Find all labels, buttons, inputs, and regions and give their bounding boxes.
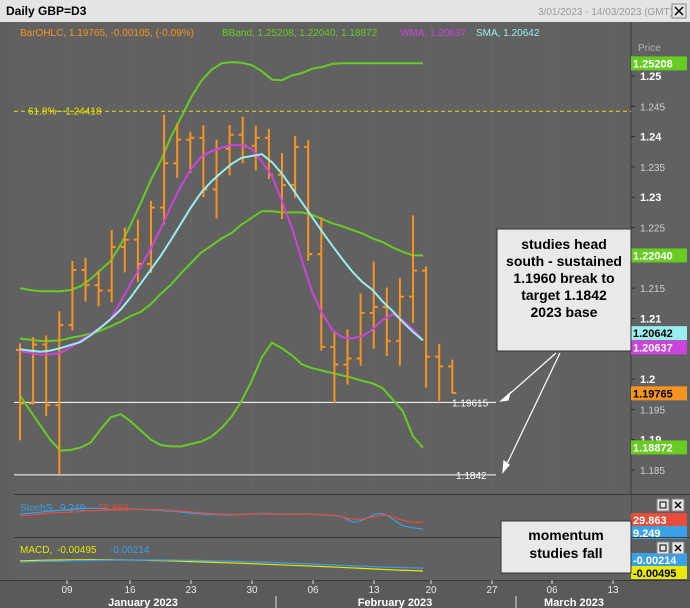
price-tick-label: 1.2 xyxy=(640,374,655,386)
annotation-box-momentum: momentum studies fall xyxy=(500,520,632,574)
stoch-tags: 29.8639.249 xyxy=(631,513,687,540)
price-tick-label: 1.225 xyxy=(640,224,665,235)
fib-618-label: 61.8% - 1.24418 xyxy=(28,106,102,117)
price-tag: 1.22040 xyxy=(631,248,687,263)
price-tag-label: 1.25208 xyxy=(633,58,673,70)
day-tick-label: 13 xyxy=(368,585,380,596)
close-icon[interactable] xyxy=(671,541,685,555)
macd-panel-controls xyxy=(656,541,685,555)
stoch-legend-name: StochS, xyxy=(20,503,55,514)
price-tag-label: 1.20637 xyxy=(633,342,673,354)
stoch-tag: 29.863 xyxy=(631,513,687,527)
stoch-tag-label: 9.249 xyxy=(633,528,661,540)
close-icon[interactable] xyxy=(671,498,685,512)
price-tag: 1.20637 xyxy=(631,340,687,355)
stoch-panel-controls xyxy=(656,498,685,512)
price-tag-label: 1.18872 xyxy=(633,442,673,454)
price-tick-label: 1.215 xyxy=(640,284,665,295)
date-range: 3/01/2023 - 14/03/2023 (GMT) xyxy=(538,7,673,18)
macd-tag: -0.00214 xyxy=(631,553,687,567)
price-tag: 1.18872 xyxy=(631,440,687,455)
price-tag-label: 1.22040 xyxy=(633,250,673,262)
price-tag: 1.19765 xyxy=(631,386,687,401)
day-tick-label: 16 xyxy=(124,585,136,596)
macd-tag-label: -0.00214 xyxy=(633,555,677,567)
macd-tag-label: -0.00495 xyxy=(633,568,676,580)
svg-text:BarOHLC, 1.19765, -0.00105, (-: BarOHLC, 1.19765, -0.00105, (-0.09%) BBa… xyxy=(20,28,540,39)
price-tick-label: 1.25 xyxy=(640,71,661,83)
macd-legend-name: MACD, xyxy=(20,545,52,556)
price-tag-label: 1.19765 xyxy=(633,388,673,400)
price-tick-label: 1.21 xyxy=(640,313,661,325)
window-title: Daily GBP=D3 xyxy=(6,4,87,18)
price-tick-label: 1.23 xyxy=(640,192,661,204)
month-label: January 2023 xyxy=(108,597,178,608)
price-tick-label: 1.195 xyxy=(640,405,665,416)
target-label-2: 1.1842 xyxy=(456,471,487,482)
stoch-d-value: 29.863 xyxy=(98,503,129,514)
price-tick-label: 1.185 xyxy=(640,466,665,477)
day-tick-label: 09 xyxy=(61,585,73,596)
macd-legend: MACD, -0.00495 -0.00214 xyxy=(20,545,150,556)
price-tick-label: 1.24 xyxy=(640,132,662,144)
close-icon[interactable] xyxy=(671,3,687,19)
legend-bar: BarOHLC, 1.19765, -0.00105, (-0.09%) xyxy=(20,28,194,39)
day-tick-label: 23 xyxy=(185,585,197,596)
legend-bband: BBand, 1.25208, 1.22040, 1.18872 xyxy=(222,28,378,39)
stoch-legend: StochS, 9.249 29.863 xyxy=(20,503,129,514)
macd-tag: -0.00495 xyxy=(631,566,687,580)
stoch-k-value: 9.249 xyxy=(60,503,85,514)
macd-signal-value: -0.00214 xyxy=(110,545,150,556)
support-label-1: 1.19615 xyxy=(452,398,489,409)
day-tick-label: 06 xyxy=(546,585,558,596)
day-tick-label: 20 xyxy=(425,585,437,596)
day-tick-label: 06 xyxy=(307,585,319,596)
maximize-icon[interactable] xyxy=(656,541,670,555)
month-label: March 2023 xyxy=(544,597,604,608)
macd-value: -0.00495 xyxy=(57,545,97,556)
legend-sma: SMA, 1.20642 xyxy=(476,28,540,39)
day-tick-label: 13 xyxy=(607,585,619,596)
macd-tags: -0.00214-0.00495 xyxy=(631,553,687,580)
legend-wma: WMA, 1.20637 xyxy=(400,28,467,39)
day-tick-label: 30 xyxy=(246,585,258,596)
month-label: February 2023 xyxy=(358,597,433,608)
stoch-tag-label: 29.863 xyxy=(633,515,667,527)
price-tick-label: 1.245 xyxy=(640,102,665,113)
price-tag: 1.20642 xyxy=(631,326,687,341)
price-axis-title: Price xyxy=(638,43,661,54)
price-tag: 1.25208 xyxy=(631,56,687,71)
price-tick-label: 1.235 xyxy=(640,163,665,174)
maximize-icon[interactable] xyxy=(656,498,670,512)
main-legend: BarOHLC, 1.19765, -0.00105, (-0.09%) BBa… xyxy=(20,28,540,39)
price-chart-window: Daily GBP=D3 3/01/2023 - 14/03/2023 (GMT… xyxy=(0,0,690,608)
day-tick-label: 27 xyxy=(486,585,498,596)
annotation-box-main: studies head south - sustained 1.1960 brea… xyxy=(496,228,632,352)
price-tag-label: 1.20642 xyxy=(633,328,673,340)
